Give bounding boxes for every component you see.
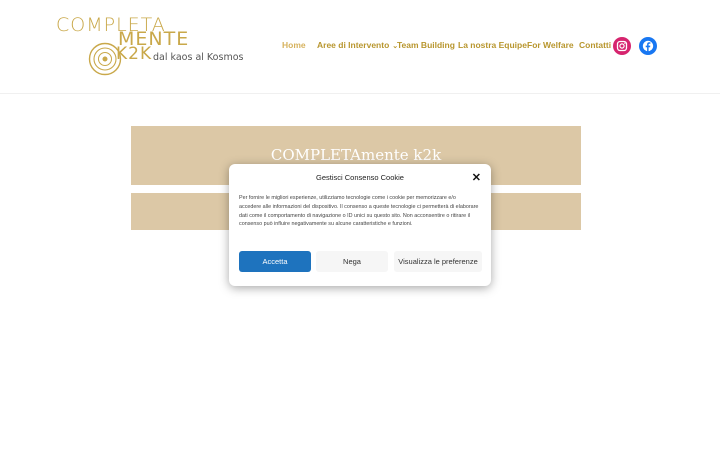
instagram-link[interactable] [613,37,631,55]
nav-item-label: Aree di Intervento [317,40,390,50]
nav-item-contatti[interactable]: Contatti [579,40,611,50]
nav-item-for-welfare[interactable]: For Welfare [527,40,574,50]
facebook-icon [642,40,654,53]
site-header: COMPLETA MENTE K2K dal kaos al Kosmos Ho… [0,0,720,94]
instagram-icon [616,40,628,52]
cookie-consent-dialog: Gestisci Consenso Cookie ✕ Per fornire l… [229,164,491,286]
logo-tagline: dal kaos al Kosmos [153,52,244,63]
nav-item-aree-di-intervento[interactable]: Aree di Intervento ⌄ [317,40,398,50]
deny-button[interactable]: Nega [316,251,388,272]
site-logo[interactable]: COMPLETA MENTE K2K dal kaos al Kosmos [54,14,243,78]
nav-item-team-building[interactable]: Team Building [397,40,455,50]
cookie-dialog-title: Gestisci Consenso Cookie [316,173,404,182]
logo-line-3: K2K [116,44,153,64]
nav-item-la-nostra-equipe[interactable]: La nostra Equipe [458,40,527,50]
cookie-dialog-message: Per fornire le migliori esperienze, util… [239,195,479,228]
close-icon[interactable]: ✕ [472,171,481,184]
facebook-link[interactable] [639,37,657,55]
view-preferences-button[interactable]: Visualizza le preferenze [394,251,482,272]
accept-button[interactable]: Accetta [239,251,311,272]
nav-item-home[interactable]: Home [282,40,306,50]
page-title: COMPLETAmente k2k [270,146,442,164]
